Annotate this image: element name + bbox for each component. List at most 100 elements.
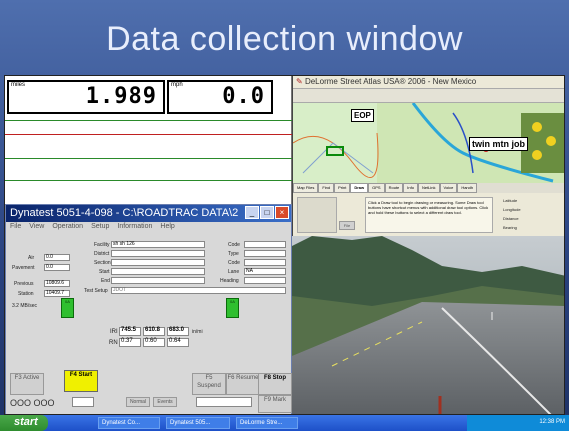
tab-map-files[interactable]: Map Files [293,183,319,193]
draw-help-text: Click a Draw tool to begin drawing or me… [365,197,493,233]
draw-tools[interactable] [297,197,337,233]
counter-field[interactable] [72,397,94,407]
code2-field[interactable] [244,259,286,266]
status-led-right: 0A [226,298,239,318]
delorme-title-suffix: Mexico [450,77,477,86]
road-camera-view [292,236,564,414]
lane-label: Lane [228,269,240,275]
distance-value: 1.989 [85,84,157,109]
trace-green-mid [5,158,292,159]
f5-suspend-button[interactable]: F5 Suspend [192,373,226,395]
note-field[interactable] [196,397,252,407]
previous-label: Previous [14,281,34,287]
facility-field[interactable]: sh sh 126 [111,241,205,248]
start-field[interactable] [111,268,205,275]
iri-label: IRI [110,329,118,335]
file-button[interactable]: File [339,221,355,230]
status-led-left: 0A [61,298,74,318]
district-label: District [94,251,110,257]
longitude-label: Longitude [503,207,521,212]
twin-mtn-callout: twin mtn job [469,137,528,151]
delorme-title: DeLorme Street Atlas USA® 2006 - New [304,77,449,86]
menu-information[interactable]: Information [117,223,152,232]
menu-help[interactable]: Help [160,223,174,232]
f3-active-button[interactable]: F3 Active [10,373,44,395]
station-field[interactable]: 10409.7 [44,290,70,297]
maximize-button[interactable]: □ [260,206,274,219]
f9-mark-button[interactable]: F9 Mark [258,395,292,413]
type-field[interactable] [244,250,286,257]
tab-gps[interactable]: GPS [368,183,385,193]
map-view[interactable]: EOP twin mtn job [292,102,564,183]
tab-handh[interactable]: Handh [457,183,478,193]
dynatest-window[interactable]: Dynatest 5051-4-098 - C:\ROADTRAC DATA\2… [5,204,292,414]
air-field[interactable]: 0.0 [44,254,70,261]
tab-route[interactable]: Route [384,183,404,193]
tab-netlink[interactable]: NetLink [417,183,440,193]
delorme-window[interactable]: ✎ DeLorme Street Atlas USA® 2006 - New M… [292,76,564,236]
distance-speed-readouts: miles 1.989 mph 0.0 [5,76,292,204]
test-setup-label: Test Setup [84,288,108,294]
dynatest-menubar: File View Operation Setup Information He… [6,222,291,233]
code-field[interactable] [244,241,286,248]
tab-print[interactable]: Print [334,183,351,193]
menu-operation[interactable]: Operation [52,223,83,232]
latitude-label: Latitude [503,198,518,203]
heading-field[interactable] [244,277,286,284]
delorme-titlebar[interactable]: ✎ DeLorme Street Atlas USA® 2006 - New M… [293,76,564,89]
end-label: End [101,278,110,284]
events-button[interactable]: Events [153,397,177,407]
start-button[interactable]: start [0,415,48,431]
distance-unit: miles [11,82,26,88]
previous-field[interactable]: 10809.6 [44,280,70,287]
trace-red [5,134,292,135]
minimize-button[interactable]: _ [245,206,259,219]
task-delorme[interactable]: DeLorme Stre... [236,417,298,429]
delorme-tabs: Map Files Find Print Draw GPS Route Info… [293,183,564,193]
speed-readout: mph 0.0 [167,80,273,114]
tab-voice[interactable]: Voice [439,183,458,193]
f4-start-button[interactable]: F4 Start [64,370,98,392]
rn-value-2: 0.60 [143,338,165,347]
tab-find[interactable]: Find [318,183,335,193]
f8-stop-button[interactable]: F8 Stop [258,373,292,395]
task-dynatest-co[interactable]: Dynatest Co... [98,417,160,429]
draw-panel: File Click a Draw tool to begin drawing … [293,193,564,236]
start-label: Start [99,269,110,275]
test-setup-select[interactable]: JDOT [111,287,286,294]
pavement-field[interactable]: 0.0 [44,264,70,271]
section-label: Section [94,260,111,266]
code2-label: Code [228,260,240,266]
delorme-toolbar[interactable] [293,89,564,103]
district-field[interactable] [111,250,205,257]
delorme-logo-icon: ✎ [296,77,303,86]
speed-unit: mph [171,82,183,88]
normal-button[interactable]: Normal [126,397,150,407]
clock: 12:38 PM [539,419,565,425]
taskbar: start Dynatest Co... Dynatest 505... DeL… [0,415,569,431]
bearing-label: Bearing [503,225,517,230]
lane-field[interactable]: NA [244,268,286,275]
iri-value-1: 745.5 [119,327,141,336]
menu-file[interactable]: File [10,223,21,232]
end-field[interactable] [111,277,205,284]
facility-label: Facility [94,242,110,248]
tab-draw[interactable]: Draw [350,183,369,193]
dynatest-titlebar[interactable]: Dynatest 5051-4-098 - C:\ROADTRAC DATA\2… [6,205,291,222]
task-dynatest-505[interactable]: Dynatest 505... [166,417,230,429]
system-tray: 12:38 PM [467,415,569,431]
dynatest-title: Dynatest 5051-4-098 - C:\ROADTRAC DATA\2 [10,207,239,219]
distance-readout: miles 1.989 [7,80,165,114]
menu-view[interactable]: View [29,223,44,232]
station-label: Station [18,291,34,297]
menu-setup[interactable]: Setup [91,223,109,232]
code-label: Code [228,242,240,248]
section-field[interactable] [111,259,205,266]
trace-green-top [5,120,292,121]
tab-info[interactable]: Info [403,183,418,193]
speed-value: 0.0 [222,84,265,109]
f6-resume-button[interactable]: F6 Resume [226,373,260,395]
close-button[interactable]: × [275,206,289,219]
type-label: Type [228,251,239,257]
rn-value-1: 0.37 [119,338,141,347]
